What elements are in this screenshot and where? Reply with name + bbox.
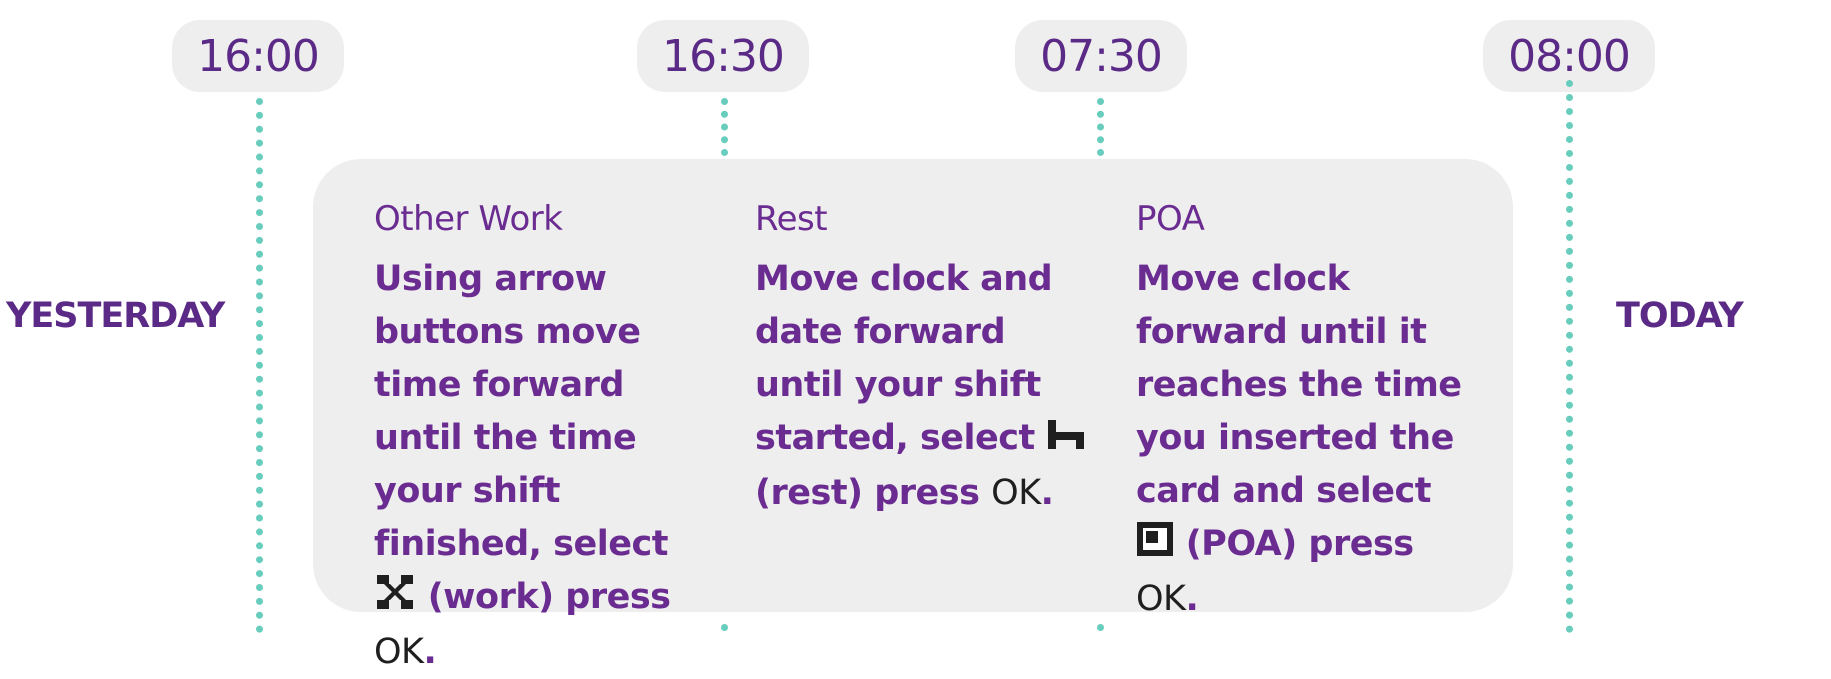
- yesterday-label: YESTERDAY: [6, 296, 225, 336]
- timeline-line-0800: [1566, 80, 1573, 633]
- rest-bed-icon: [1046, 414, 1086, 467]
- timeline-line-0730-top: [1097, 98, 1104, 156]
- column-instructions: Move clock and date forward until your s…: [755, 253, 1095, 520]
- instruction-text: Move clock and date forward until your s…: [755, 259, 1053, 458]
- time-marker-1630: 16:30: [637, 20, 809, 92]
- column-instructions: Using arrow buttons move time forward un…: [374, 253, 714, 679]
- timeline-line-1630-bottom: [721, 624, 728, 633]
- instruction-text-after: (rest) press: [755, 473, 980, 513]
- ok-key-label: OK: [991, 473, 1041, 513]
- column-instructions: Move clock forward until it reaches the …: [1136, 253, 1476, 626]
- timeline-line-1630-top: [721, 98, 728, 156]
- ok-key-label: OK: [374, 632, 424, 672]
- timeline-line-1600: [256, 98, 263, 633]
- instruction-end: .: [1185, 579, 1199, 619]
- column-title: POA: [1136, 199, 1205, 239]
- time-marker-1600: 16:00: [172, 20, 344, 92]
- instruction-text-after: (work) press: [427, 577, 671, 617]
- ok-key-label: OK: [1136, 579, 1186, 619]
- instruction-end: .: [1040, 473, 1054, 513]
- instruction-panel: Other Work Using arrow buttons move time…: [313, 159, 1513, 672]
- instruction-text: Using arrow buttons move time forward un…: [374, 259, 668, 564]
- time-marker-0730: 07:30: [1015, 20, 1187, 92]
- timeline-line-0730-bottom: [1097, 624, 1104, 633]
- poa-box-icon: [1136, 520, 1174, 573]
- work-crossed-hammers-icon: [374, 573, 416, 626]
- instruction-text: Move clock forward until it reaches the …: [1136, 259, 1462, 511]
- column-title: Other Work: [374, 199, 563, 239]
- instruction-text-after: (POA) press: [1185, 524, 1414, 564]
- column-rest: Rest Move clock and date forward until y…: [755, 199, 1095, 520]
- column-title: Rest: [755, 199, 828, 239]
- instruction-end: .: [423, 632, 437, 672]
- column-other-work: Other Work Using arrow buttons move time…: [374, 199, 714, 679]
- today-label: TODAY: [1616, 296, 1744, 336]
- column-poa: POA Move clock forward until it reaches …: [1136, 199, 1476, 626]
